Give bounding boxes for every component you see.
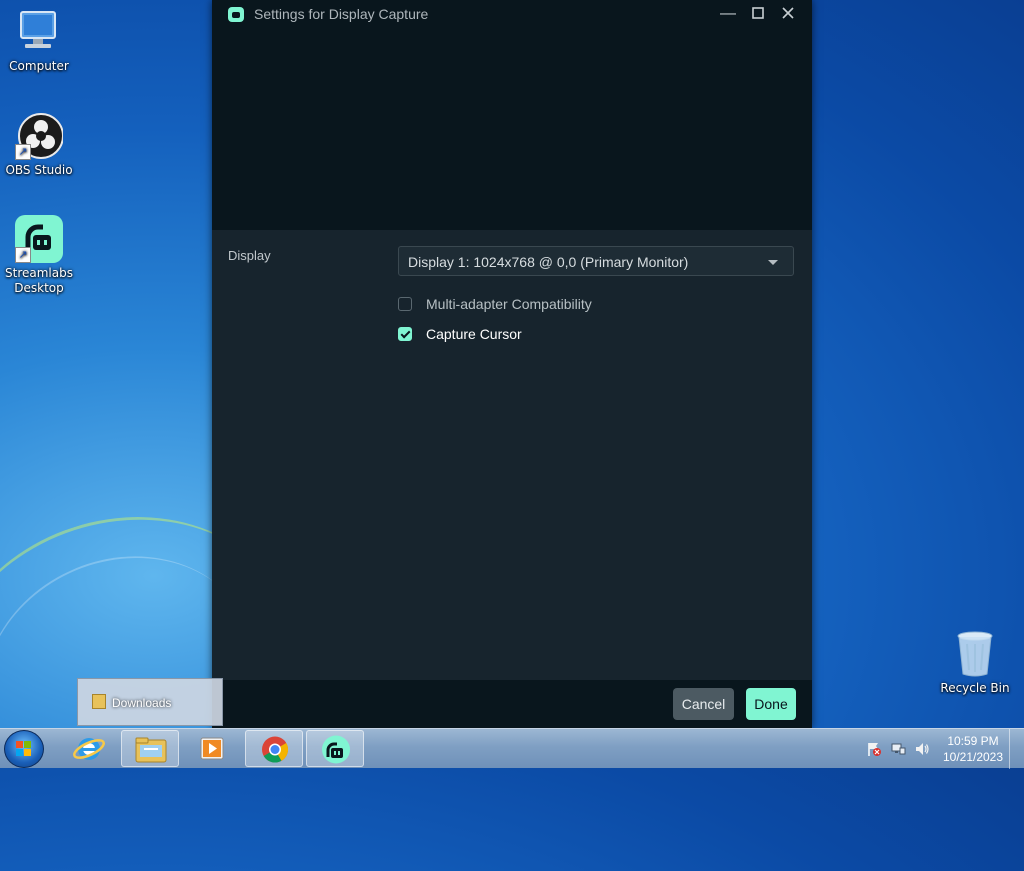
desktop-icon-streamlabs[interactable]: ↗ Streamlabs Desktop	[1, 215, 77, 296]
desktop-icon-computer[interactable]: Computer	[1, 8, 77, 74]
network-icon[interactable]	[890, 741, 906, 757]
volume-icon[interactable]	[914, 741, 930, 757]
obs-studio-icon: ↗	[15, 112, 64, 160]
system-tray: 10:59 PM 10/21/2023	[862, 729, 1024, 769]
taskbar-internet-explorer[interactable]	[60, 730, 118, 767]
shortcut-arrow-icon: ↗	[15, 144, 31, 160]
taskbar-windows-explorer[interactable]	[121, 730, 179, 767]
clock[interactable]: 10:59 PM 10/21/2023	[938, 733, 1008, 765]
display-select[interactable]: Display 1: 1024x768 @ 0,0 (Primary Monit…	[398, 246, 794, 276]
internet-explorer-icon	[73, 738, 105, 760]
window-title: Settings for Display Capture	[254, 6, 429, 22]
title-bar[interactable]: Settings for Display Capture —	[212, 0, 812, 28]
taskbar-streamlabs[interactable]	[306, 730, 364, 767]
multi-adapter-checkbox[interactable]	[398, 297, 412, 311]
desktop-icon-obs-studio[interactable]: ↗ OBS Studio	[1, 112, 77, 178]
done-button[interactable]: Done	[746, 688, 796, 720]
desktop-icon-label: OBS Studio	[5, 163, 73, 177]
dialog-footer: Cancel Done	[212, 680, 812, 728]
multi-adapter-label: Multi-adapter Compatibility	[426, 296, 592, 312]
display-label: Display	[228, 248, 271, 263]
display-capture-settings-window: Settings for Display Capture — Display D…	[212, 0, 812, 728]
taskbar-chrome[interactable]	[245, 730, 303, 767]
popup-label: Downloads	[112, 696, 172, 710]
streamlabs-icon: ↗	[15, 215, 63, 263]
chevron-down-icon	[768, 260, 778, 265]
capture-cursor-label: Capture Cursor	[426, 326, 522, 342]
cancel-button[interactable]: Cancel	[673, 688, 734, 720]
desktop-icon-label: Streamlabs Desktop	[5, 266, 73, 295]
desktop-icon-label: Recycle Bin	[940, 681, 1010, 695]
capture-cursor-checkbox[interactable]	[398, 327, 412, 341]
windows-logo-icon	[16, 741, 32, 757]
maximize-icon[interactable]	[744, 4, 772, 24]
taskbar-media-player[interactable]	[183, 730, 241, 767]
start-button[interactable]	[4, 730, 44, 768]
media-player-icon	[200, 737, 224, 760]
clock-time: 10:59 PM	[947, 734, 999, 748]
desktop-icon-recycle-bin[interactable]: Recycle Bin	[937, 630, 1013, 696]
display-select-value: Display 1: 1024x768 @ 0,0 (Primary Monit…	[408, 254, 689, 270]
settings-form: Display Display 1: 1024x768 @ 0,0 (Prima…	[212, 230, 812, 680]
streamlabs-icon	[322, 735, 350, 764]
chrome-icon	[262, 736, 289, 763]
folder-icon	[135, 737, 167, 763]
show-desktop-button[interactable]	[1009, 729, 1024, 769]
shortcut-arrow-icon: ↗	[15, 247, 31, 263]
folder-icon	[92, 694, 106, 709]
minimize-icon[interactable]: —	[714, 4, 742, 24]
close-icon[interactable]	[774, 4, 802, 24]
action-center-flag-icon[interactable]	[866, 741, 882, 757]
computer-icon	[15, 8, 63, 56]
taskbar: 10:59 PM 10/21/2023	[0, 728, 1024, 769]
clock-date: 10/21/2023	[942, 750, 1004, 764]
recycle-bin-icon	[955, 630, 995, 678]
streamlabs-logo-icon	[228, 7, 244, 22]
desktop-icon-label: Computer	[9, 59, 69, 73]
downloads-taskbar-popup[interactable]: Downloads	[77, 678, 223, 726]
source-preview	[212, 28, 812, 230]
